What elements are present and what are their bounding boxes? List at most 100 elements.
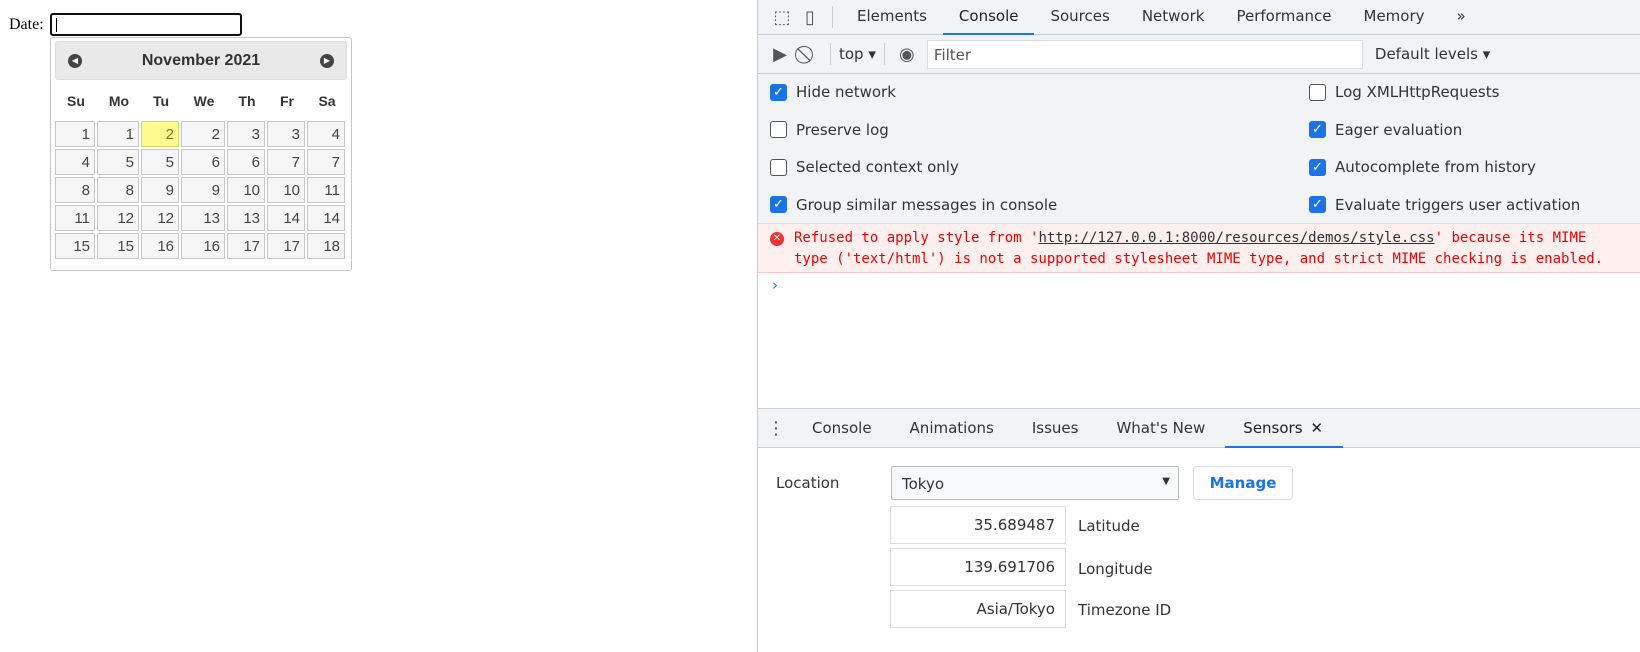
checkbox[interactable]: ✓ <box>1309 158 1326 176</box>
next-month-icon[interactable]: ▶ <box>320 54 334 68</box>
calendar-day[interactable]: 15 <box>55 233 95 259</box>
weekday-header: Su Mo Tu We Th Fr Sa <box>55 93 347 113</box>
weekday-label: Tu <box>152 93 170 109</box>
drawer-tab-what-s-new[interactable]: What's New <box>1098 409 1225 448</box>
drawer-menu-icon[interactable]: ⋮ <box>758 418 794 439</box>
setting-eager-evaluation[interactable]: ✓ Eager evaluation <box>1309 121 1462 139</box>
calendar-day[interactable]: 6 <box>181 149 225 175</box>
calendar-day[interactable]: 14 <box>267 205 305 231</box>
calendar-day[interactable]: 5 <box>141 149 179 175</box>
calendar-day[interactable]: 6 <box>227 149 265 175</box>
checkbox[interactable] <box>770 121 787 138</box>
date-input[interactable] <box>50 13 242 36</box>
checkbox[interactable] <box>770 158 787 176</box>
setting-evaluate-triggers-user-activation[interactable]: ✓ Evaluate triggers user activation <box>1309 196 1580 214</box>
setting-label: Hide network <box>796 83 896 101</box>
latitude-input[interactable]: 35.689487 <box>890 506 1066 544</box>
close-icon[interactable]: ✕ <box>1311 419 1324 437</box>
calendar-day[interactable]: 11 <box>55 205 95 231</box>
date-label: Date: <box>9 16 44 33</box>
calendar-day[interactable]: 1 <box>55 121 95 147</box>
calendar-day[interactable]: 5 <box>97 149 139 175</box>
weekday-label: Th <box>238 93 256 109</box>
context-select[interactable]: top ▾ <box>839 45 876 63</box>
eye-icon[interactable]: ◉ <box>893 44 921 65</box>
calendar-grid: 1 1 2 2 3 3 4 4 5 5 6 6 7 7 8 8 9 9 10 10 11 11 12 12 13 13 14 14 15… <box>53 119 347 261</box>
calendar-day[interactable]: 7 <box>267 149 305 175</box>
checkbox[interactable]: ✓ <box>1309 121 1326 138</box>
calendar-week: 8 8 9 9 10 10 11 <box>55 177 345 203</box>
calendar-day[interactable]: 4 <box>307 121 345 147</box>
calendar-day[interactable]: 2 <box>141 121 179 147</box>
calendar-day[interactable]: 1 <box>97 121 139 147</box>
drawer-tab-console[interactable]: Console <box>794 409 892 448</box>
log-levels-select[interactable]: Default levels ▾ <box>1375 45 1490 63</box>
setting-label: Preserve log <box>796 120 889 139</box>
drawer-tab-sensors[interactable]: Sensors ✕ <box>1225 409 1344 448</box>
tab-elements[interactable]: Elements <box>841 0 943 35</box>
setting-group-similar-messages-in-console[interactable]: ✓ Group similar messages in console <box>770 196 1057 214</box>
timezone-input[interactable]: Asia/Tokyo <box>890 590 1066 628</box>
tab-console[interactable]: Console <box>942 0 1035 35</box>
setting-autocomplete-from-history[interactable]: ✓ Autocomplete from history <box>1309 158 1536 176</box>
checkbox[interactable]: ✓ <box>770 83 787 101</box>
setting-selected-context-only[interactable]: Selected context only <box>770 158 959 176</box>
checkbox[interactable]: ✓ <box>1309 196 1326 213</box>
weekday-label: We <box>193 93 215 109</box>
calendar-day[interactable]: 9 <box>141 177 179 203</box>
location-select[interactable]: Tokyo ▼ <box>891 466 1179 500</box>
calendar-day[interactable]: 9 <box>181 177 225 203</box>
checkbox[interactable]: ✓ <box>770 196 787 213</box>
clear-console-icon[interactable]: ⃠ <box>794 44 822 65</box>
calendar-day[interactable]: 12 <box>97 205 139 231</box>
calendar-day[interactable]: 10 <box>227 177 265 203</box>
inspect-element-icon[interactable]: ⬚ <box>768 7 796 28</box>
tab-sources[interactable]: Sources <box>1034 0 1125 35</box>
calendar-day[interactable]: 2 <box>181 121 225 147</box>
longitude-label: Longitude <box>1078 560 1153 578</box>
filter-input[interactable]: Filter <box>926 39 1363 69</box>
calendar-day[interactable]: 7 <box>307 149 345 175</box>
calendar-day[interactable]: 8 <box>97 177 139 203</box>
calendar-day[interactable]: 10 <box>267 177 305 203</box>
calendar-day[interactable]: 18 <box>307 233 345 259</box>
setting-label: Autocomplete from history <box>1335 158 1536 176</box>
error-link[interactable]: http://127.0.0.1:8000/resources/demos/st… <box>1038 230 1434 246</box>
calendar-day[interactable]: 15 <box>97 233 139 259</box>
drawer-tab-animations[interactable]: Animations <box>892 409 1014 448</box>
calendar-day[interactable]: 16 <box>141 233 179 259</box>
more-tabs-button[interactable]: » <box>1441 0 1482 35</box>
calendar-day[interactable]: 12 <box>141 205 179 231</box>
tab-label: Issues <box>1031 418 1079 437</box>
checkbox[interactable] <box>1309 83 1326 101</box>
drawer-tabbar: ⋮ Console Animations Issues What's New Senso… <box>758 408 1640 448</box>
tab-label: Animations <box>909 418 994 437</box>
console-prompt[interactable]: › <box>772 276 778 294</box>
calendar-day[interactable]: 3 <box>267 121 305 147</box>
calendar-day[interactable]: 3 <box>227 121 265 147</box>
calendar-day[interactable]: 8 <box>55 177 95 203</box>
tab-network[interactable]: Network <box>1126 0 1221 35</box>
drawer-tab-issues[interactable]: Issues <box>1014 409 1099 448</box>
calendar-day[interactable]: 16 <box>181 233 225 259</box>
devtools-panel: ⬚ ▯ Elements Console Sources Network Perform… <box>757 0 1640 652</box>
setting-log-xmlhttprequests[interactable]: Log XMLHttpRequests <box>1309 83 1499 101</box>
manage-button[interactable]: Manage <box>1193 466 1293 500</box>
tab-performance[interactable]: Performance <box>1220 0 1347 35</box>
calendar-day[interactable]: 17 <box>227 233 265 259</box>
tab-label: What's New <box>1116 418 1206 437</box>
longitude-input[interactable]: 139.691706 <box>890 548 1066 586</box>
calendar-day[interactable]: 14 <box>307 205 345 231</box>
tab-label: Console <box>812 418 872 437</box>
tab-memory[interactable]: Memory <box>1348 0 1441 35</box>
sidebar-toggle-icon[interactable]: ▶ <box>766 44 794 65</box>
calendar-day[interactable]: 13 <box>227 205 265 231</box>
calendar-week: 15 15 16 16 17 17 18 <box>55 233 345 259</box>
calendar-day[interactable]: 11 <box>307 177 345 203</box>
calendar-day[interactable]: 17 <box>267 233 305 259</box>
setting-preserve-log[interactable]: Preserve log <box>770 121 889 139</box>
calendar-day[interactable]: 4 <box>55 149 95 175</box>
calendar-day[interactable]: 13 <box>181 205 225 231</box>
setting-hide-network[interactable]: ✓ Hide network <box>770 83 896 101</box>
device-toolbar-icon[interactable]: ▯ <box>796 7 824 28</box>
